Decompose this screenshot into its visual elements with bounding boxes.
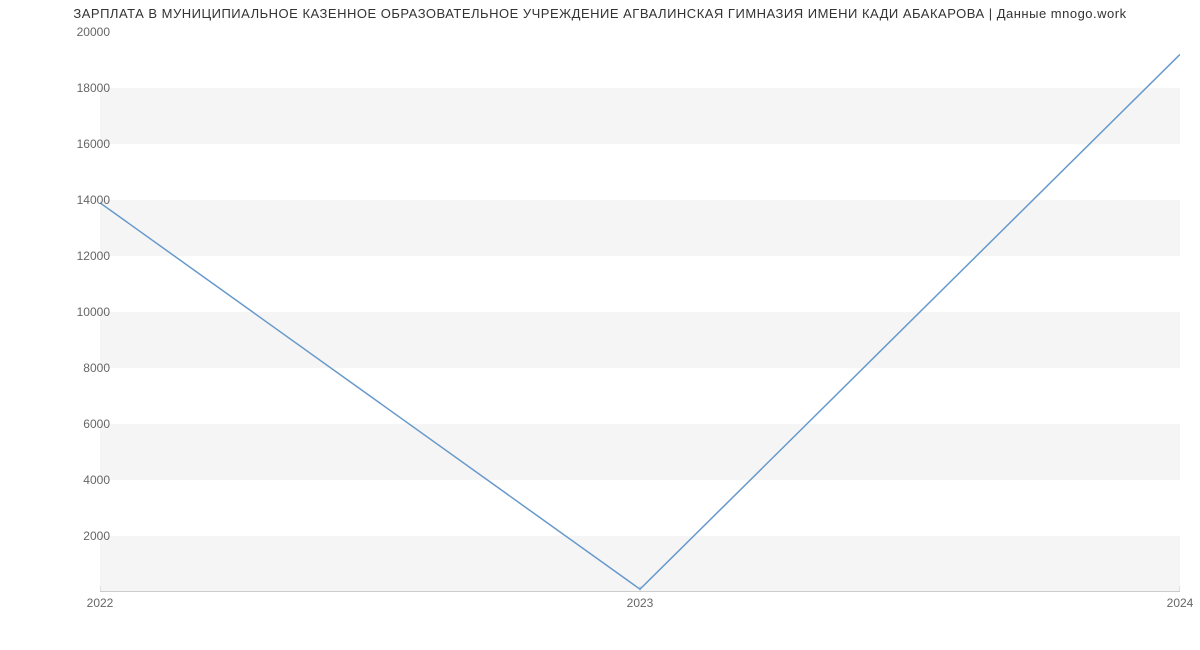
y-tick-label: 18000 <box>20 81 110 95</box>
chart-container: ЗАРПЛАТА В МУНИЦИПИАЛЬНОЕ КАЗЕННОЕ ОБРАЗ… <box>0 0 1200 650</box>
chart-title: ЗАРПЛАТА В МУНИЦИПИАЛЬНОЕ КАЗЕННОЕ ОБРАЗ… <box>0 6 1200 21</box>
y-tick-label: 8000 <box>20 361 110 375</box>
y-tick-label: 6000 <box>20 417 110 431</box>
y-tick-label: 2000 <box>20 529 110 543</box>
y-tick-label: 14000 <box>20 193 110 207</box>
plot-area <box>100 32 1180 592</box>
x-tick-label: 2024 <box>1167 596 1194 610</box>
y-tick-label: 12000 <box>20 249 110 263</box>
y-tick-label: 16000 <box>20 137 110 151</box>
y-tick-label: 10000 <box>20 305 110 319</box>
y-tick-label: 20000 <box>20 25 110 39</box>
x-tick-label: 2022 <box>87 596 114 610</box>
x-tick-label: 2023 <box>627 596 654 610</box>
y-tick-label: 4000 <box>20 473 110 487</box>
